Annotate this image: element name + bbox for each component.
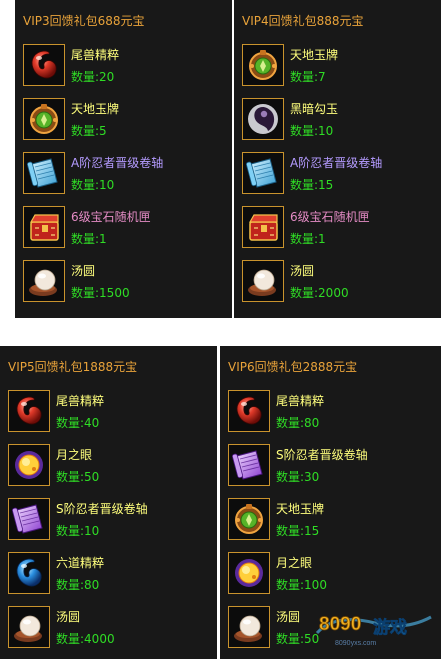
scroll-a-icon: [242, 152, 284, 194]
vip5-gift-panel: VIP5回馈礼包1888元宝 尾兽精粹 数量:40 月之眼 数量:50 S阶忍者…: [0, 346, 217, 659]
item-quantity: 数量:80: [276, 416, 320, 430]
item-name: 汤圆: [71, 264, 96, 278]
moon-eye-icon: [8, 444, 50, 486]
item-name: 天地玉牌: [71, 102, 120, 116]
item-quantity: 数量:7: [290, 70, 326, 84]
beast-essence-icon: [23, 44, 65, 86]
gift-item: 天地玉牌 数量:15: [228, 498, 428, 546]
gift-item: 汤圆 数量:1500: [23, 260, 223, 308]
item-quantity: 数量:15: [276, 524, 320, 538]
item-name: 黑暗勾玉: [290, 102, 339, 116]
item-name: 尾兽精粹: [56, 394, 105, 408]
gift-item: 黑暗勾玉 数量:10: [242, 98, 441, 146]
logo-graphic: 8090 游戏 8090yxs.com: [315, 614, 432, 647]
panel-title: VIP3回馈礼包688元宝: [23, 14, 145, 28]
item-name: 月之眼: [56, 448, 93, 462]
item-name: S阶忍者晋级卷轴: [276, 448, 368, 462]
item-quantity: 数量:50: [56, 470, 100, 484]
item-quantity: 数量:15: [290, 178, 334, 192]
item-name: 六道精粹: [56, 556, 105, 570]
moon-eye-icon: [228, 552, 270, 594]
item-quantity: 数量:4000: [56, 632, 115, 646]
gem-chest-icon: [23, 206, 65, 248]
logo-number-text: 8090: [319, 614, 361, 635]
beast-essence-icon: [228, 390, 270, 432]
gift-item: 汤圆 数量:2000: [242, 260, 441, 308]
scroll-s-icon: [8, 498, 50, 540]
tangyuan-icon: [242, 260, 284, 302]
item-name: 尾兽精粹: [276, 394, 325, 408]
gift-item: 月之眼 数量:50: [8, 444, 208, 492]
item-name: 尾兽精粹: [71, 48, 120, 62]
item-name: 月之眼: [276, 556, 313, 570]
item-quantity: 数量:20: [71, 70, 115, 84]
gift-item: 天地玉牌 数量:5: [23, 98, 223, 146]
item-name: S阶忍者晋级卷轴: [56, 502, 148, 516]
item-name: 汤圆: [56, 610, 81, 624]
scroll-s-icon: [228, 444, 270, 486]
heaven-earth-jade-icon: [23, 98, 65, 140]
item-quantity: 数量:1500: [71, 286, 130, 300]
item-quantity: 数量:10: [290, 124, 334, 138]
logo-brand-text: 游戏: [373, 617, 407, 638]
item-name: A阶忍者晋级卷轴: [71, 156, 164, 170]
tangyuan-icon: [228, 606, 270, 648]
panel-title: VIP4回馈礼包888元宝: [242, 14, 364, 28]
dark-magatama-icon: [242, 98, 284, 140]
gift-item: 尾兽精粹 数量:80: [228, 390, 428, 438]
gift-item: 尾兽精粹 数量:40: [8, 390, 208, 438]
vip4-gift-panel: VIP4回馈礼包888元宝 天地玉牌 数量:7 黑暗勾玉 数量:10 A阶忍者晋…: [234, 0, 441, 318]
gift-item: 月之眼 数量:100: [228, 552, 428, 600]
item-name: 天地玉牌: [276, 502, 325, 516]
gift-item: 六道精粹 数量:80: [8, 552, 208, 600]
item-quantity: 数量:5: [71, 124, 107, 138]
item-name: 天地玉牌: [290, 48, 339, 62]
gift-item: A阶忍者晋级卷轴 数量:10: [23, 152, 223, 200]
item-name: 6级宝石随机匣: [290, 210, 370, 224]
beast-essence-icon: [8, 390, 50, 432]
item-quantity: 数量:10: [56, 524, 100, 538]
item-quantity: 数量:50: [276, 632, 320, 646]
item-quantity: 数量:1: [71, 232, 107, 246]
gift-item: 天地玉牌 数量:7: [242, 44, 441, 92]
item-name: 汤圆: [290, 264, 315, 278]
tangyuan-icon: [23, 260, 65, 302]
gift-item: S阶忍者晋级卷轴 数量:30: [228, 444, 428, 492]
gift-item: 6级宝石随机匣 数量:1: [242, 206, 441, 254]
gift-item: A阶忍者晋级卷轴 数量:15: [242, 152, 441, 200]
item-quantity: 数量:1: [290, 232, 326, 246]
logo-url-text: 8090yxs.com: [335, 640, 376, 647]
item-quantity: 数量:10: [71, 178, 115, 192]
panel-title: VIP6回馈礼包2888元宝: [228, 360, 358, 374]
gift-item: S阶忍者晋级卷轴 数量:10: [8, 498, 208, 546]
item-quantity: 数量:80: [56, 578, 100, 592]
site-logo-watermark: 8090 游戏 8090yxs.com: [315, 603, 433, 649]
heaven-earth-jade-icon: [242, 44, 284, 86]
heaven-earth-jade-icon: [228, 498, 270, 540]
item-quantity: 数量:100: [276, 578, 327, 592]
item-quantity: 数量:30: [276, 470, 320, 484]
gem-chest-icon: [242, 206, 284, 248]
tangyuan-icon: [8, 606, 50, 648]
gift-item: 6级宝石随机匣 数量:1: [23, 206, 223, 254]
gift-item: 尾兽精粹 数量:20: [23, 44, 223, 92]
panel-title: VIP5回馈礼包1888元宝: [8, 360, 138, 374]
scroll-a-icon: [23, 152, 65, 194]
item-quantity: 数量:40: [56, 416, 100, 430]
six-path-essence-icon: [8, 552, 50, 594]
item-name: 汤圆: [276, 610, 301, 624]
item-quantity: 数量:2000: [290, 286, 349, 300]
gift-item: 汤圆 数量:4000: [8, 606, 208, 654]
item-name: A阶忍者晋级卷轴: [290, 156, 383, 170]
vip3-gift-panel: VIP3回馈礼包688元宝 尾兽精粹 数量:20 天地玉牌 数量:5 A阶忍者晋…: [15, 0, 232, 318]
item-name: 6级宝石随机匣: [71, 210, 151, 224]
